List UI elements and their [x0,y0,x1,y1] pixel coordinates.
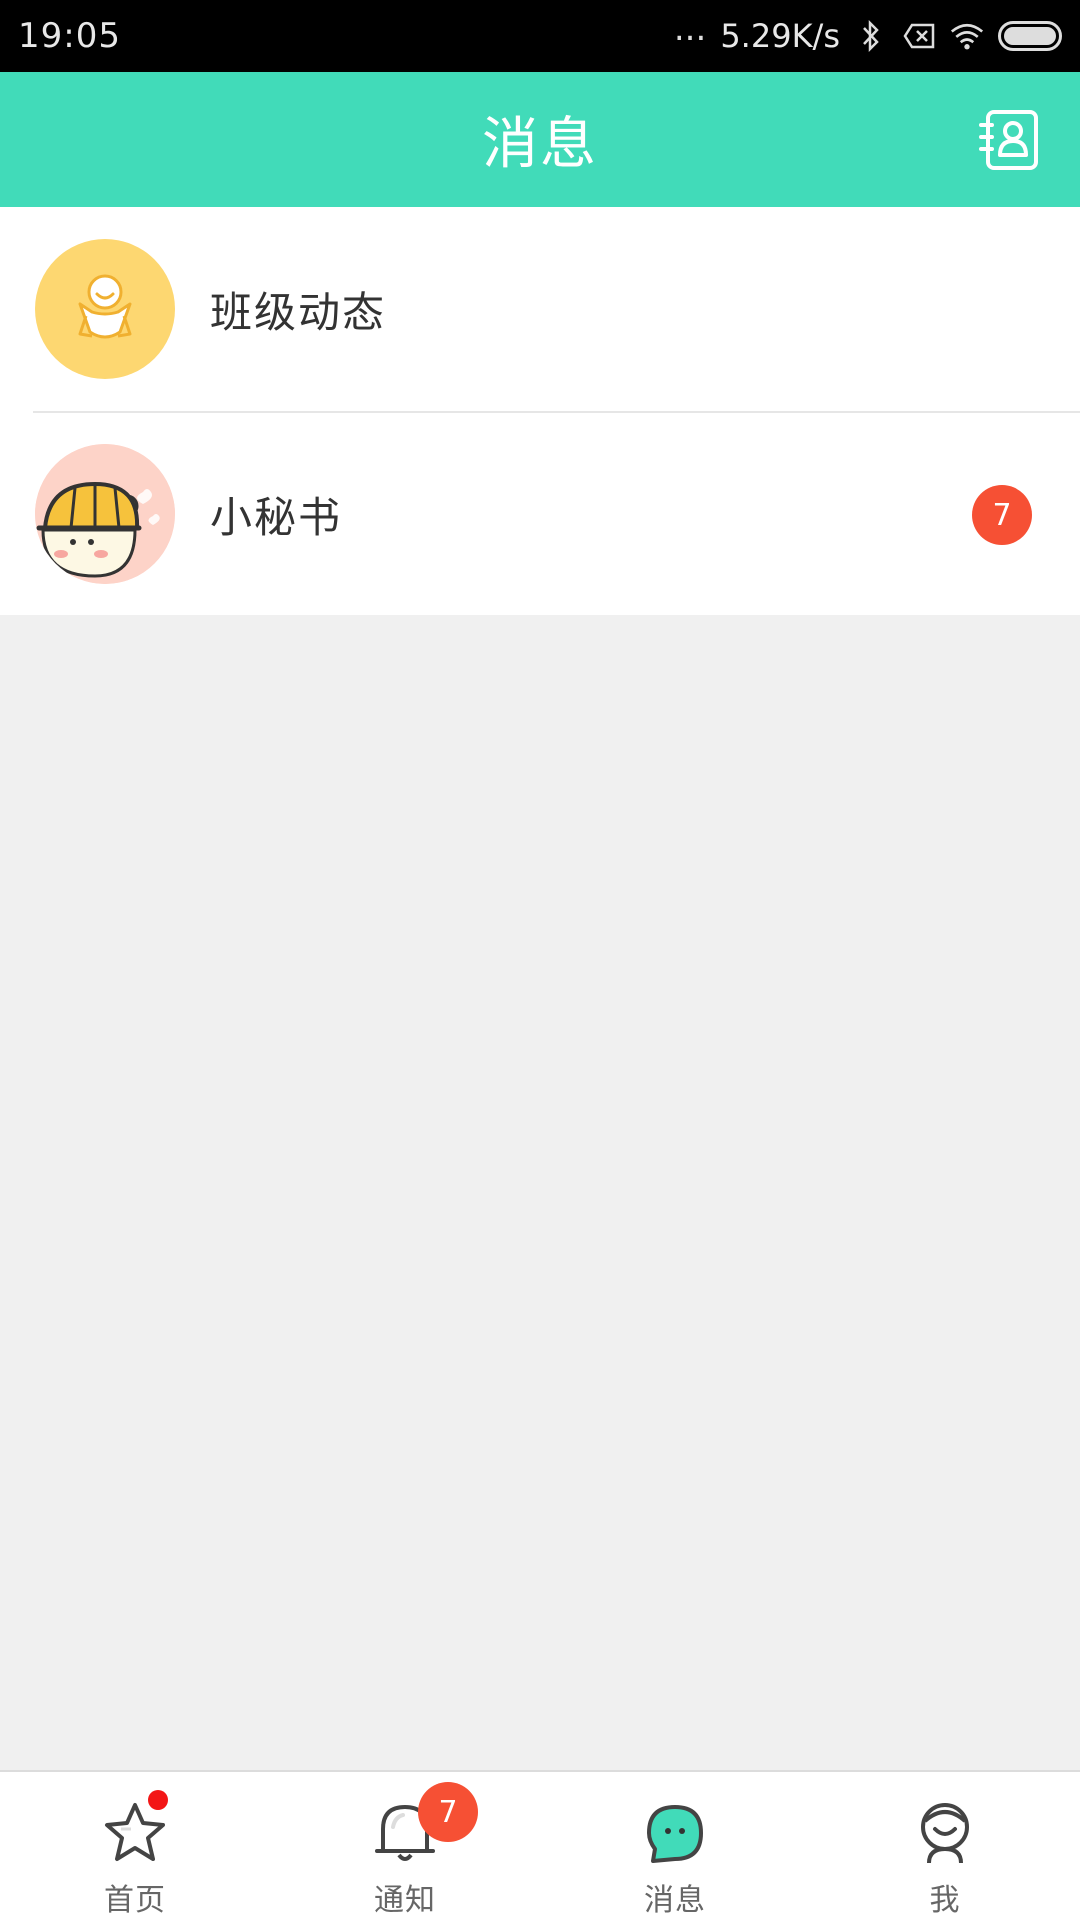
nav-label: 消息 [644,1883,706,1918]
list-item-secretary[interactable]: 小秘书 7 [33,411,1080,615]
status-time: 19:05 [18,16,121,56]
person-icon [911,1799,979,1867]
status-icons: ... 5.29K/s [674,12,1062,55]
cartoon-child-icon [35,444,175,584]
screen: 19:05 ... 5.29K/s 消息 班级动态 小秘书 7 首页 通知 消息… [0,0,1080,1920]
message-title: 班级动态 [210,287,387,337]
sim-error-icon [902,19,936,53]
battery-icon [998,21,1062,51]
contacts-button[interactable] [978,109,1040,171]
message-list: 班级动态 小秘书 7 [0,207,1080,615]
nav-item-messages[interactable]: 消息 [540,1772,810,1920]
nav-label: 首页 [104,1883,166,1918]
wifi-icon [950,19,984,53]
status-bar: 19:05 ... 5.29K/s [0,0,1080,72]
bottom-nav: 首页 通知 消息 我 7 [0,1770,1080,1920]
chat-icon [641,1799,709,1867]
status-dots: ... [673,9,707,49]
app-header: 消息 [0,72,1080,207]
page-title: 消息 [482,112,598,177]
nav-label: 通知 [374,1883,436,1918]
class-dynamics-avatar [35,239,175,379]
notification-dot [148,1790,168,1810]
message-title: 小秘书 [210,492,343,542]
bluetooth-icon [854,19,888,53]
list-item-class-dynamics[interactable]: 班级动态 [0,207,1080,411]
unread-badge: 7 [972,485,1032,545]
nav-label: 我 [929,1883,961,1918]
nav-item-notice[interactable]: 通知 [270,1772,540,1920]
person-waving-icon [78,274,132,339]
secretary-avatar [35,444,175,584]
nav-message-badge: 7 [418,1782,478,1842]
network-speed: 5.29K/s [720,17,840,55]
contacts-icon [979,110,1038,170]
nav-item-home[interactable]: 首页 [0,1772,270,1920]
nav-item-me[interactable]: 我 [810,1772,1080,1920]
